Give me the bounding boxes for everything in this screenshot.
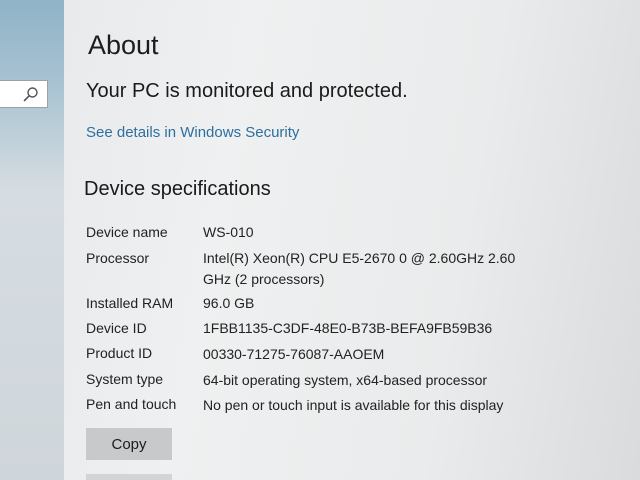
about-page: About Your PC is monitored and protected… [64,0,640,480]
spec-value-device-id: 1FBB1135-C3DF-48E0-B73B-BEFA9FB59B36 [203,320,493,336]
page-title: About [88,30,159,60]
spec-label: Device name [86,224,168,240]
spec-label: Processor [86,250,150,266]
spec-label: Pen and touch [86,396,177,412]
spec-label: Device ID [86,320,147,336]
settings-sidebar [0,0,64,480]
spec-value-processor: Intel(R) Xeon(R) CPU E5-2670 0 @ 2.60GHz… [203,250,516,287]
windows-security-link[interactable]: See details in Windows Security [86,124,299,141]
spec-value-installed-ram: 96.0 GB [203,295,255,311]
search-input[interactable] [0,80,48,108]
spec-value-pen-and-touch: No pen or touch input is available for t… [203,397,504,413]
next-section-edge [86,474,172,480]
copy-button[interactable]: Copy [86,428,172,460]
spec-label: Product ID [86,345,153,361]
spec-label: System type [86,371,164,387]
protection-status-text: Your PC is monitored and protected. [86,80,408,102]
device-specifications-heading: Device specifications [84,178,271,200]
settings-window: About Your PC is monitored and protected… [0,0,640,480]
spec-value-system-type: 64-bit operating system, x64-based proce… [203,372,488,388]
spec-label: Installed RAM [86,295,174,311]
spec-value-product-id: 00330-71275-76087-AAOEM [203,346,385,362]
search-icon[interactable] [23,86,39,102]
spec-value-device-name: WS-010 [203,224,254,240]
